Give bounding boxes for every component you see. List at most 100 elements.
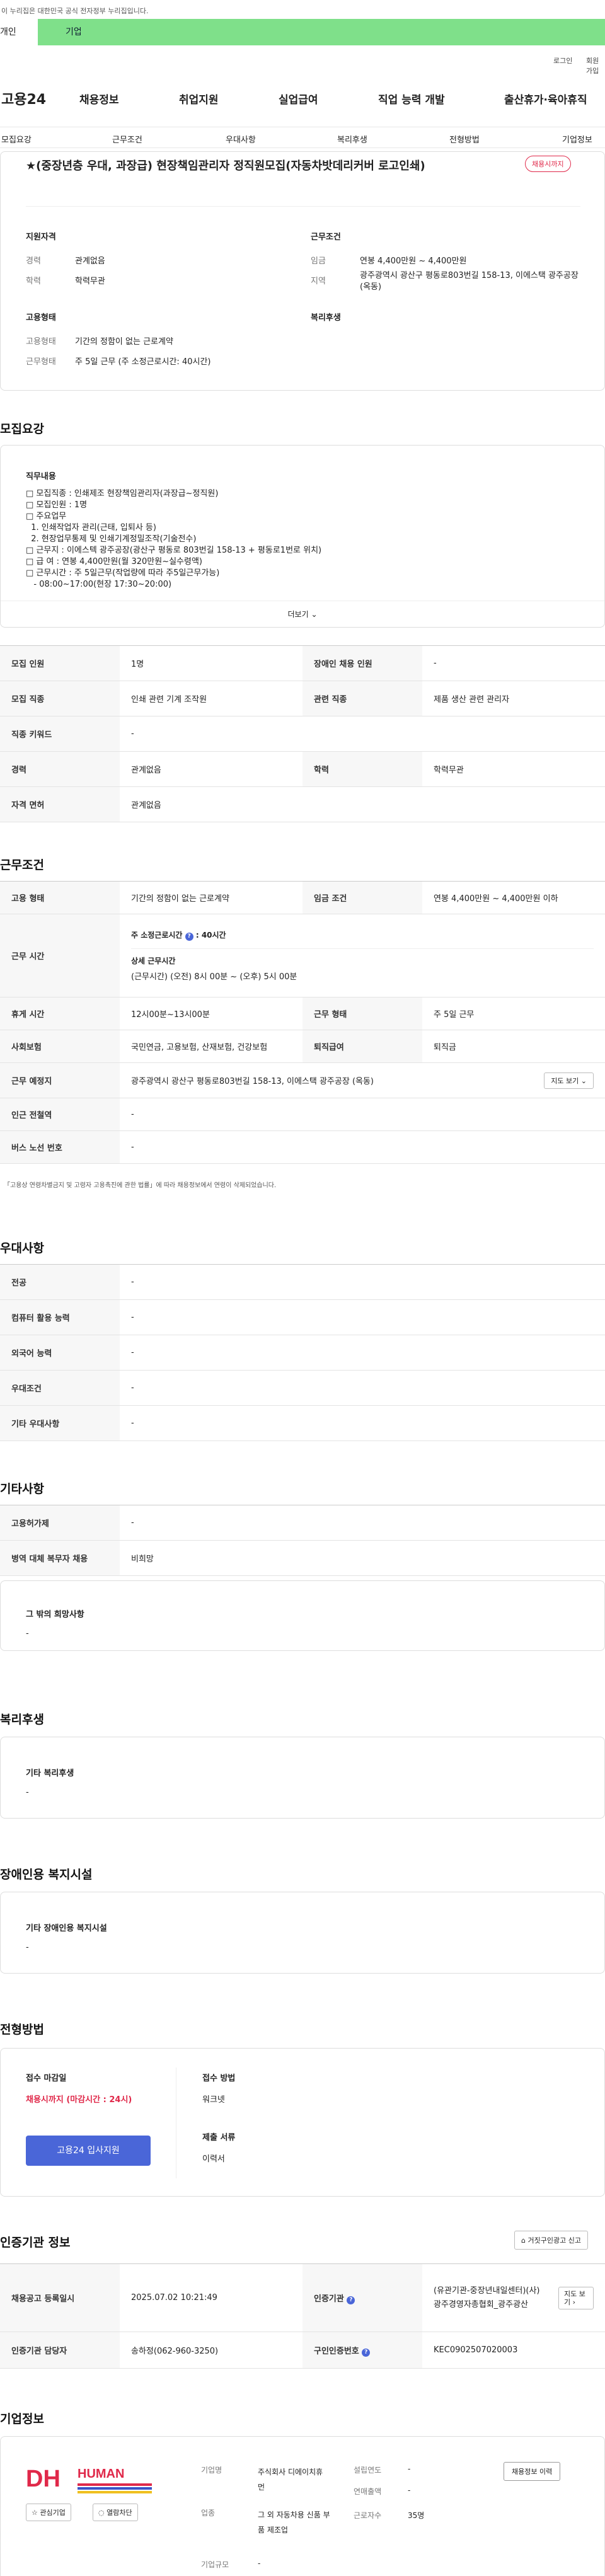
table-cell: 송하정(062-960-3250)	[120, 2332, 302, 2369]
table-row: 고용허가제 -	[0, 1505, 605, 1541]
work-form-label: 근무형태	[26, 357, 56, 367]
main-nav: 고용24 채용정보 취업지원 실업급여 직업 능력 개발 출산휴가·육아휴직	[0, 69, 605, 127]
tab-company[interactable]: 기업	[66, 19, 82, 45]
table-head: 채용공고 등록일시	[0, 2263, 120, 2332]
welfare-box-title: 기타 복리후생	[26, 1769, 74, 1778]
documents-value: 이력서	[202, 2154, 225, 2164]
table-head: 인증기관 ?	[302, 2263, 422, 2332]
gov-notice: 이 누리집은 대한민국 공식 전자정부 누리집입니다.	[1, 7, 149, 15]
section-tabs: 모집요강 근무조건 우대사항 복리후생 전형방법 기업정보	[0, 128, 605, 148]
table-head: 인증기관 담당자	[0, 2332, 120, 2369]
table-head: 전공	[0, 1264, 120, 1300]
age-notice: 「고용상 연령차별금지 및 고령자 고용촉진에 관한 법률」에 따라 채용정보에…	[4, 1182, 277, 1189]
preference-table: 전공 - 컴퓨터 활용 능력 - 외국어 능력 - 우대조건 - 기타 우대사항 -	[0, 1264, 605, 1441]
table-head: 자격 면허	[0, 786, 120, 822]
table-head: 장애인 채용 인원	[302, 645, 422, 681]
table-head: 근무 형태	[302, 997, 422, 1030]
tab-welfare[interactable]: 복리후생	[337, 133, 367, 145]
table-head: 임금 조건	[302, 881, 422, 914]
cert-map-button[interactable]: 지도 보기 ›	[558, 2287, 594, 2309]
table-row: 컴퓨터 활용 능력 -	[0, 1299, 605, 1335]
wage-value: 연봉 4,400만원 ~ 4,400만원	[360, 256, 467, 266]
week-hours-label: 주 소정근로시간	[131, 931, 183, 940]
interest-button[interactable]: ☆ 관심기업	[26, 2504, 71, 2521]
table-cell: 1명	[120, 645, 302, 681]
map-button[interactable]: 지도 보기 ⌄	[544, 1072, 594, 1089]
nav-jobs[interactable]: 채용정보	[79, 91, 119, 106]
documents-title: 제출 서류	[202, 2133, 236, 2142]
table-row: 자격 면허 관계없음	[0, 786, 605, 822]
edu-value: 학력무관	[75, 277, 105, 286]
job-history-button[interactable]: 채용정보 이력	[504, 2462, 561, 2481]
sales-value: -	[408, 2486, 411, 2495]
table-head: 모집 인원	[0, 645, 120, 681]
chevron-down-icon: ⌄	[311, 610, 318, 619]
cert-heading: 인증기관 정보	[0, 2236, 71, 2250]
detail-hours-label: 상세 근무시간	[131, 957, 176, 965]
duty-line: □ 급 여 : 연봉 4,400만원(월 320만원~실수령액)	[26, 557, 203, 566]
table-cell: -	[120, 1098, 605, 1131]
table-cell: -	[120, 1370, 605, 1406]
nav-support[interactable]: 취업지원	[179, 91, 219, 106]
info-icon[interactable]: ?	[362, 2348, 371, 2357]
info-icon[interactable]: ?	[347, 2296, 355, 2304]
nav-leave[interactable]: 출산휴가·육아휴직	[504, 91, 587, 106]
table-row: 기타 우대사항 -	[0, 1405, 605, 1441]
apply-card: 접수 마감일 채용시까지 (마감시간 : 24시) 고용24 입사지원 접수 방…	[0, 2048, 605, 2197]
tab-process[interactable]: 전형방법	[449, 133, 480, 145]
deadline-badge: 채용시까지	[525, 156, 571, 172]
table-cell: 기간의 정함이 없는 근로계약	[120, 881, 302, 914]
table-cell: 2025.07.02 10:21:49	[120, 2263, 302, 2332]
table-head: 병역 대체 복무자 채용	[0, 1540, 120, 1576]
company-name-label: 기업명	[201, 2466, 222, 2475]
table-row: 전공 -	[0, 1264, 605, 1300]
site-logo[interactable]: 고용24	[1, 88, 46, 108]
info-icon[interactable]: ?	[185, 933, 193, 941]
more-button[interactable]: 더보기 ⌄	[1, 601, 604, 627]
table-row: 근무 시간 주 소정근로시간 ? : 40시간 상세 근무시간 (근무시간) (…	[0, 914, 605, 998]
duty-line: □ 모집인원 : 1명	[26, 500, 88, 510]
tab-company[interactable]: 기업정보	[562, 133, 592, 145]
duty-line: 1. 인쇄작업자 관리(근태, 입퇴사 등)	[26, 523, 156, 532]
method-title: 접수 방법	[202, 2074, 236, 2083]
user-type-tabs: 개인 기업	[0, 19, 605, 45]
table-head: 근무 시간	[0, 914, 120, 998]
table-cell: (유관기관-중장년내일센터)(사)광주경영자총협회_광주광산 지도 보기 ›	[422, 2263, 605, 2332]
tab-preference[interactable]: 우대사항	[226, 133, 256, 145]
table-head: 학력	[302, 751, 422, 787]
tab-recruit[interactable]: 모집요강	[1, 133, 32, 145]
employees-value: 35명	[408, 2511, 425, 2520]
block-icon: ◌	[98, 2509, 105, 2517]
apply-button[interactable]: 고용24 입사지원	[26, 2136, 151, 2166]
table-cell: 학력무관	[422, 751, 605, 787]
duty-line: □ 모집직종 : 인쇄제조 현장책임관리자(과장급~정직원)	[26, 489, 219, 498]
duty-heading: 직무내용	[26, 472, 56, 481]
report-button[interactable]: ⌂ 거짓구인광고 신고	[514, 2231, 588, 2250]
table-cell: -	[120, 1299, 605, 1335]
location-value: 광주광역시 광산구 평동로803번길 158-13, 이에스택 광주공장 (옥동…	[360, 271, 579, 292]
login-link[interactable]: 로그인	[553, 55, 572, 66]
table-head: 고용 형태	[0, 881, 120, 914]
year-label: 설립연도	[354, 2466, 382, 2475]
no-label: 구인인증번호	[314, 2346, 359, 2356]
table-row: 직종 키워드 -	[0, 716, 605, 752]
nav-training[interactable]: 직업 능력 개발	[378, 91, 445, 106]
interest-label: 관심기업	[40, 2509, 66, 2517]
cond-heading: 근무조건	[311, 233, 341, 242]
map-label: 지도 보기	[551, 1077, 579, 1085]
work-place: 광주광역시 광산구 평동로803번길 158-13, 이에스택 광주공장 (옥동…	[131, 1077, 374, 1086]
duty-content: □ 모집직종 : 인쇄제조 현장책임관리자(과장급~정직원) □ 모집인원 : 1…	[26, 488, 568, 590]
etc-heading: 기타사항	[0, 1482, 44, 1496]
table-cell: -	[422, 645, 605, 681]
table-cell: -	[120, 716, 605, 752]
logo-text: HUMAN	[78, 2467, 125, 2481]
table-head: 직종 키워드	[0, 716, 120, 752]
tab-person[interactable]: 개인	[0, 19, 38, 45]
nav-benefit[interactable]: 실업급여	[279, 91, 318, 106]
table-head: 사회보험	[0, 1030, 120, 1063]
block-button[interactable]: ◌ 열람차단	[93, 2504, 138, 2521]
table-row: 인근 전철역 -	[0, 1098, 605, 1131]
tab-condition[interactable]: 근무조건	[112, 133, 142, 145]
table-head: 경력	[0, 751, 120, 787]
size-value: -	[258, 2559, 261, 2568]
